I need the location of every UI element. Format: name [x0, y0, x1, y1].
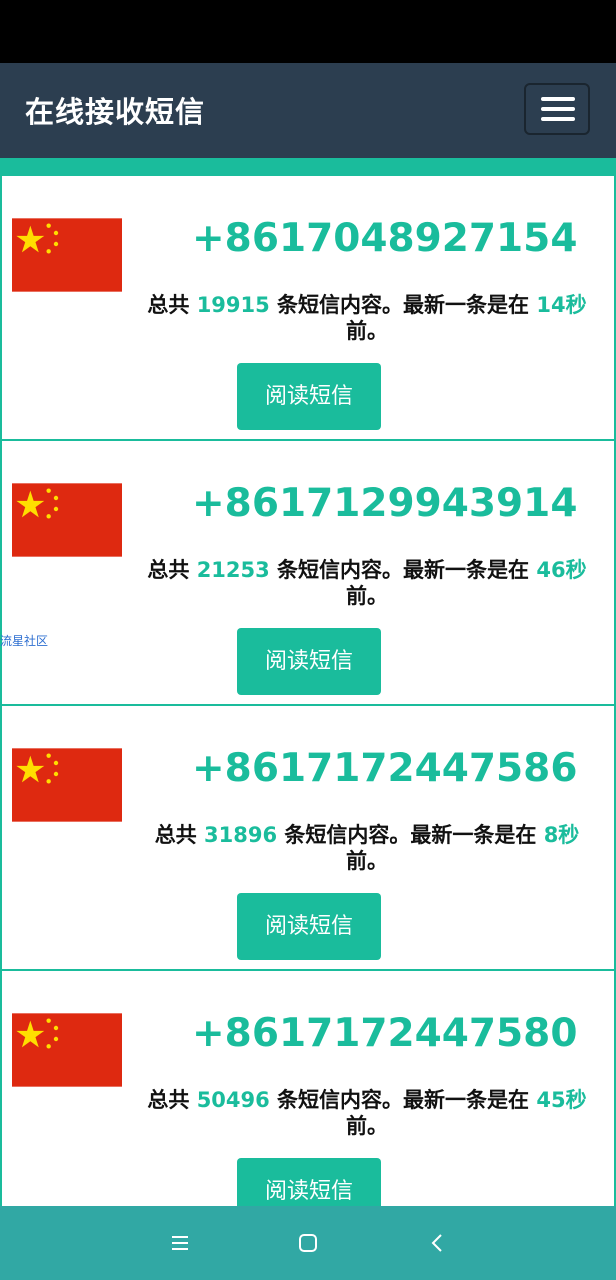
menu-toggle-button[interactable] — [524, 83, 590, 135]
summary-prefix: 总共 — [154, 823, 204, 847]
summary-end: 前。 — [346, 849, 388, 873]
last-message-time: 8秒 — [543, 823, 580, 847]
summary-middle: 条短信内容。最新一条是在 — [269, 558, 537, 582]
summary-prefix: 总共 — [147, 558, 197, 582]
menu-icon[interactable] — [170, 1233, 190, 1253]
summary-prefix: 总共 — [147, 1088, 197, 1112]
phone-number[interactable]: +8617129943914 — [192, 481, 577, 526]
header-divider — [0, 158, 616, 174]
message-summary: 总共 19915 条短信内容。最新一条是在 14秒前。 — [132, 292, 602, 344]
phone-number[interactable]: +8617048927154 — [192, 216, 577, 261]
last-message-time: 45秒 — [536, 1088, 587, 1112]
read-sms-button[interactable]: 阅读短信 — [237, 1158, 381, 1206]
read-sms-button[interactable]: 阅读短信 — [237, 893, 381, 960]
hamburger-icon — [541, 97, 575, 101]
phone-number[interactable]: +8617172447586 — [192, 746, 577, 791]
system-navigation-bar — [0, 1206, 616, 1280]
china-flag-icon — [12, 483, 122, 557]
message-summary: 总共 21253 条短信内容。最新一条是在 46秒前。 — [132, 557, 602, 609]
china-flag-icon — [12, 748, 122, 822]
last-message-time: 14秒 — [536, 293, 587, 317]
phone-number[interactable]: +8617172447580 — [192, 1011, 577, 1056]
message-count: 21253 — [196, 558, 270, 582]
summary-middle: 条短信内容。最新一条是在 — [269, 293, 537, 317]
summary-prefix: 总共 — [147, 293, 197, 317]
status-bar — [0, 0, 616, 63]
summary-middle: 条短信内容。最新一条是在 — [277, 823, 544, 847]
back-icon[interactable] — [428, 1233, 448, 1253]
watermark-text: 流星社区 — [0, 634, 49, 648]
message-count: 31896 — [204, 823, 278, 847]
number-card: +8617048927154 总共 19915 条短信内容。最新一条是在 14秒… — [2, 176, 614, 439]
china-flag-icon — [12, 218, 122, 292]
message-count: 19915 — [196, 293, 270, 317]
message-count: 50496 — [196, 1088, 270, 1112]
number-list: +8617048927154 总共 19915 条短信内容。最新一条是在 14秒… — [0, 174, 616, 1206]
number-card: +8617172447586 总共 31896 条短信内容。最新一条是在 8秒前… — [2, 706, 614, 969]
read-sms-button[interactable]: 阅读短信 — [237, 363, 381, 430]
summary-end: 前。 — [346, 584, 388, 608]
home-icon[interactable] — [298, 1233, 318, 1253]
summary-middle: 条短信内容。最新一条是在 — [269, 1088, 537, 1112]
read-sms-button[interactable]: 阅读短信 — [237, 628, 381, 695]
number-card: +8617172447580 总共 50496 条短信内容。最新一条是在 45秒… — [2, 971, 614, 1206]
china-flag-icon — [12, 1013, 122, 1087]
message-summary: 总共 50496 条短信内容。最新一条是在 45秒前。 — [132, 1087, 602, 1139]
summary-end: 前。 — [346, 1114, 388, 1138]
hamburger-icon-bar — [541, 117, 575, 121]
navbar: 在线接收短信 — [0, 63, 616, 158]
brand-title[interactable]: 在线接收短信 — [25, 89, 205, 131]
summary-end: 前。 — [346, 319, 388, 343]
number-card: +8617129943914 总共 21253 条短信内容。最新一条是在 46秒… — [2, 441, 614, 704]
hamburger-icon-bar — [541, 107, 575, 111]
last-message-time: 46秒 — [536, 558, 587, 582]
message-summary: 总共 31896 条短信内容。最新一条是在 8秒前。 — [132, 822, 602, 874]
